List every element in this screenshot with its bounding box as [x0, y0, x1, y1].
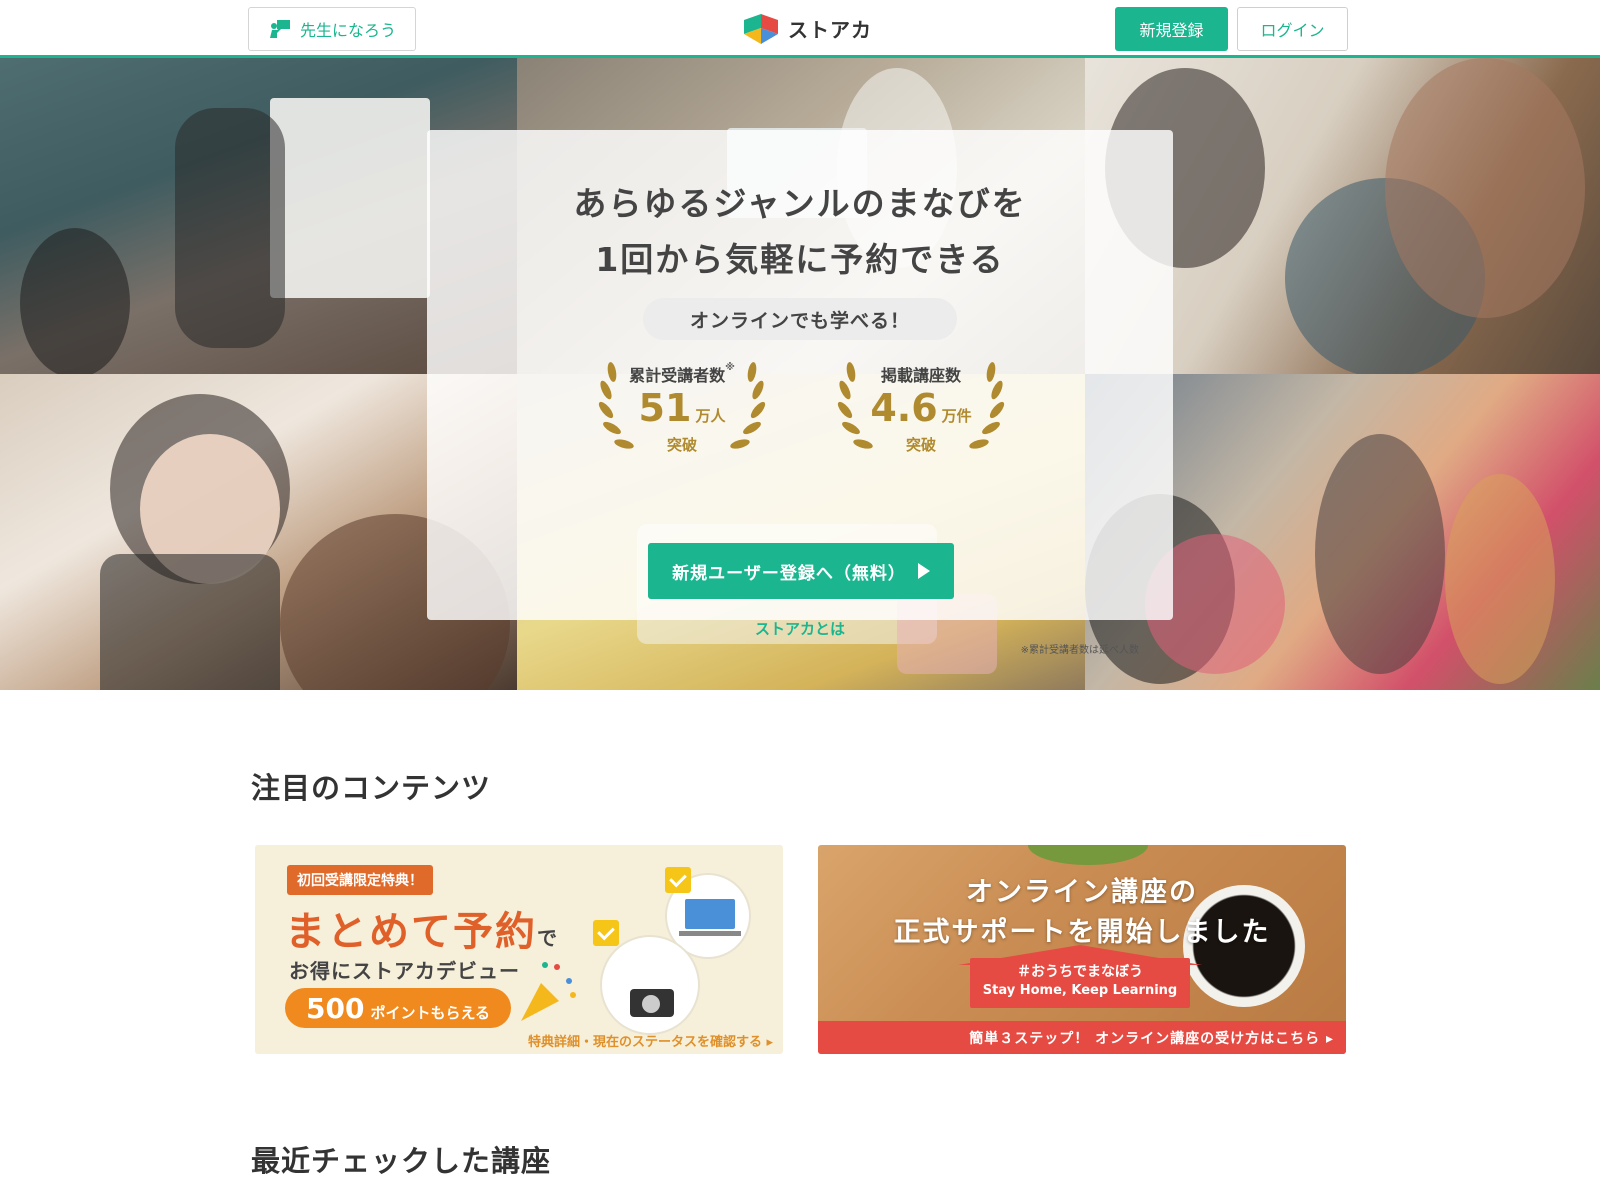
stat-courses-number: 4.6 [870, 386, 938, 430]
signup-button[interactable]: 新規登録 [1115, 7, 1228, 51]
banner2-stay-home: Stay Home, Keep Learning [982, 983, 1178, 998]
signup-cta-label: 新規ユーザー登録へ（無料） [672, 563, 906, 584]
hero-title: あらゆるジャンルのまなびを 1回から気軽に予約できる [427, 176, 1173, 288]
hero-title-line2: 1回から気軽に予約できる [595, 240, 1005, 279]
banner2-title: オンライン講座の 正式サポートを開始しました [818, 873, 1346, 953]
banner1-link[interactable]: 特典詳細・現在のステータスを確認する ▸ [528, 1031, 773, 1050]
about-link[interactable]: ストアカとは [427, 618, 1173, 639]
banner-bulk-booking[interactable]: 初回受講限定特典！ まとめて予約で お得にストアカデビュー 500 ポイントもら… [255, 845, 783, 1054]
stat-courses: 掲載講座数 4.6 万件 突破 [821, 352, 1021, 462]
stat-students-sub: 突破 [666, 436, 697, 454]
online-pill: オンラインでも学べる！ [643, 298, 957, 340]
stat-students-number: 51 [638, 386, 692, 430]
stat-students-unit: 万人 [695, 407, 726, 425]
play-arrow-icon [917, 563, 930, 579]
banner1-main: まとめて予約 [285, 909, 537, 955]
check-icon [593, 920, 619, 946]
check-icon [665, 867, 691, 893]
hero-card: あらゆるジャンルのまなびを 1回から気軽に予約できる オンラインでも学べる！ 累… [427, 130, 1173, 656]
signup-cta-button[interactable]: 新規ユーザー登録へ（無料） [648, 543, 954, 599]
stat-students: 累計受講者数※ 51 万人 突破 [582, 352, 782, 462]
stat-courses-label: 掲載講座数 [880, 366, 961, 385]
logo[interactable]: ストアカ [740, 10, 872, 46]
login-button[interactable]: ログイン [1237, 7, 1348, 51]
hero-section: あらゆるジャンルのまなびを 1回から気軽に予約できる オンラインでも学べる！ 累… [0, 58, 1600, 690]
banner1-points-number: 500 [305, 992, 365, 1025]
become-teacher-label: 先生になろう [299, 21, 396, 40]
party-popper-icon [521, 962, 576, 1021]
banner1-points-pill: 500 ポイントもらえる [285, 988, 511, 1028]
become-teacher-button[interactable]: 先生になろう [248, 7, 416, 51]
banner1-sub: お得にストアカデビュー [289, 959, 520, 983]
stat-courses-sub: 突破 [905, 436, 936, 454]
banner2-title-line1: オンライン講座の [966, 877, 1198, 908]
footnote: ※累計受講者数は延べ人数 [1020, 645, 1139, 656]
banner2-hashtag: ＃おうちでまなぼう [1017, 964, 1143, 980]
banner2-link-bar[interactable]: 簡単３ステップ！ オンライン講座の受け方はこちら ▸ [818, 1021, 1346, 1054]
hero-title-line1: あらゆるジャンルのまなびを [573, 184, 1027, 223]
camera-icon [600, 935, 700, 1035]
plant-decoration [1028, 845, 1148, 865]
stat-students-label: 累計受講者数 [629, 366, 726, 385]
stat-courses-unit: 万件 [941, 407, 972, 425]
stat-asterisk: ※ [725, 362, 735, 373]
banner1-tag: 初回受講限定特典！ [287, 865, 433, 895]
site-header: 先生になろう ストアカ 新規登録 ログイン [0, 0, 1600, 58]
logo-text: ストアカ [788, 17, 872, 42]
banner1-main-suffix: で [537, 926, 559, 950]
teacher-icon [269, 20, 290, 38]
logo-icon [744, 14, 778, 44]
banner-online-support[interactable]: オンライン講座の 正式サポートを開始しました ＃おうちでまなぼう Stay Ho… [818, 845, 1346, 1054]
banner1-points-text: ポイントもらえる [370, 1004, 490, 1022]
recent-title: 最近チェックした講座 [251, 1144, 552, 1178]
featured-title: 注目のコンテンツ [251, 771, 492, 805]
